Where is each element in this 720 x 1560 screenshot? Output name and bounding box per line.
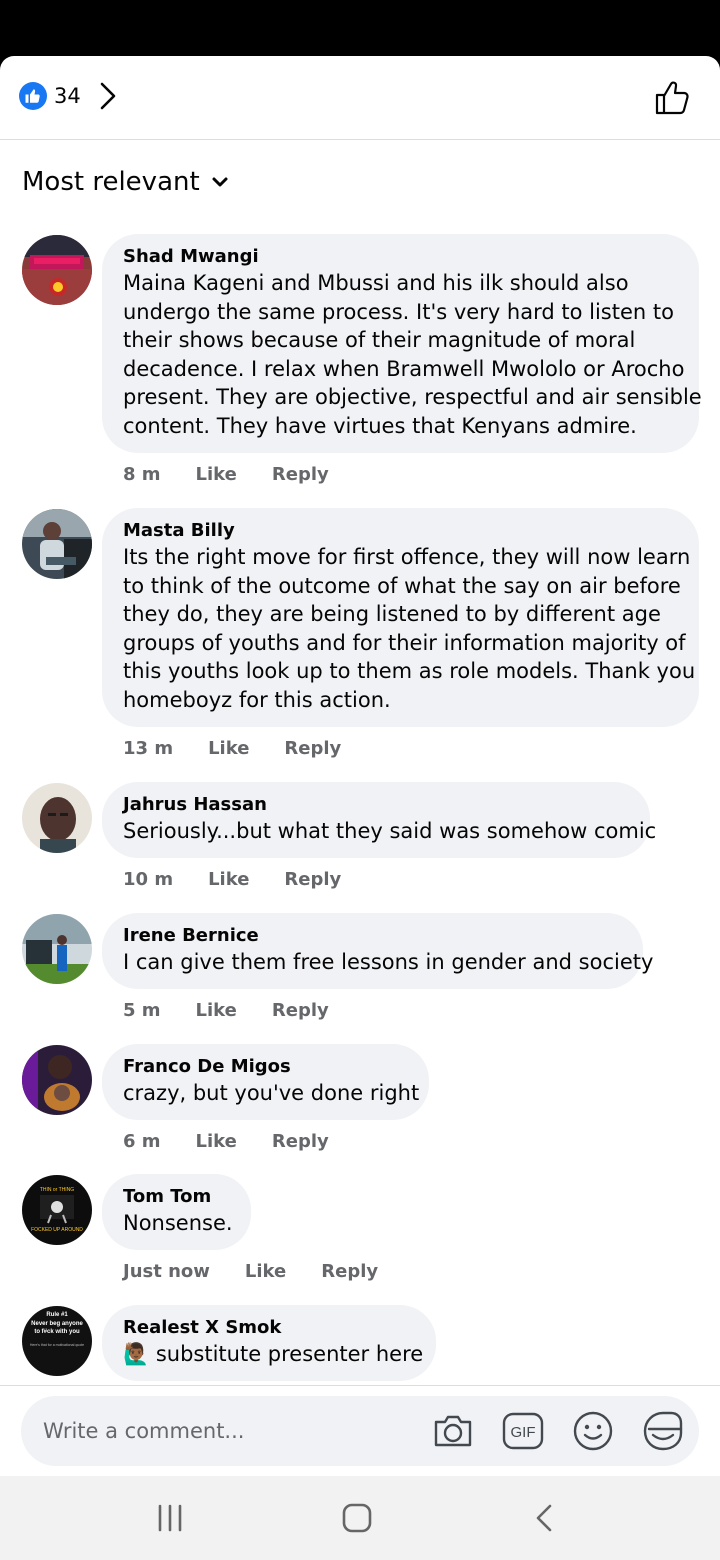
like-button[interactable]: Like <box>208 868 249 892</box>
sort-dropdown[interactable]: Most relevant <box>22 162 230 202</box>
comment-author[interactable]: Masta Billy <box>123 519 679 543</box>
avatar[interactable] <box>22 783 92 853</box>
comment-text-line: I can give them free lessons in gender a… <box>123 950 654 974</box>
comment-text-line: undergo the same process. It's very hard… <box>123 299 674 324</box>
comment-text-line: to think of the outcome of what the say … <box>123 573 681 598</box>
comment-text-line: Nonsense. <box>123 1211 233 1235</box>
like-button[interactable]: Like <box>196 463 237 487</box>
comment-text-line: homeboyz for this action. <box>123 687 391 712</box>
comment-text-line: Seriously...but what they said was someh… <box>123 819 657 843</box>
status-bar <box>0 0 720 56</box>
comment-text-line: Its the right move for first offence, th… <box>123 545 691 569</box>
reply-button[interactable]: Reply <box>272 1130 329 1154</box>
avatar-text: Rule #1 <box>46 1312 68 1318</box>
comment-composer-bar: Write a comment... GIF <box>0 1385 720 1476</box>
comment-actions: 10 m Like Reply <box>123 868 376 892</box>
comment-author[interactable]: Irene Bernice <box>123 924 623 948</box>
comment-input-placeholder: Write a comment... <box>43 1419 245 1443</box>
comment-actions: 6 m Like Reply <box>123 1130 364 1154</box>
comment-text-line: their shows because of their magnitude o… <box>123 328 636 353</box>
comment-bubble[interactable]: Masta Billy Its the right move for first… <box>102 508 699 727</box>
reply-button[interactable]: Reply <box>321 1260 378 1284</box>
comment-text-line: present. They are objective, respectful … <box>123 385 702 410</box>
like-outline-icon[interactable] <box>652 78 692 118</box>
comment-timestamp: 5 m <box>123 1000 161 1021</box>
camera-icon[interactable] <box>431 1409 475 1453</box>
like-button[interactable]: Like <box>196 999 237 1023</box>
comment-actions: 5 m Like Reply <box>123 999 364 1023</box>
comment-timestamp: 13 m <box>123 738 174 759</box>
comment-text-line: decadence. I relax when Bramwell Mwololo… <box>123 356 685 381</box>
comment-timestamp: 6 m <box>123 1131 161 1152</box>
avatar-text: Never beg anyone <box>31 1321 83 1327</box>
reactions-header[interactable]: 34 <box>0 56 720 140</box>
comment-actions: 13 m Like Reply <box>123 737 376 761</box>
avatar[interactable] <box>22 1045 92 1115</box>
home-icon[interactable] <box>341 1502 373 1534</box>
gif-label: GIF <box>511 1424 536 1441</box>
comment-text-line: Maina Kageni and Mbussi and his ilk shou… <box>123 271 629 295</box>
gif-icon[interactable]: GIF <box>501 1409 545 1453</box>
reply-button[interactable]: Reply <box>284 737 341 761</box>
comment-actions: 8 m Like Reply <box>123 463 364 487</box>
comment-bubble[interactable]: Jahrus Hassan Seriously...but what they … <box>102 782 657 858</box>
like-button[interactable]: Like <box>245 1260 286 1284</box>
comment-timestamp: 8 m <box>123 464 161 485</box>
avatar[interactable]: THIN or THING FOCKED UP AROUND <box>22 1175 92 1245</box>
reply-button[interactable]: Reply <box>284 868 341 892</box>
comment-timestamp: Just now <box>123 1261 210 1282</box>
recent-apps-icon[interactable] <box>154 1502 186 1534</box>
comment-bubble[interactable]: Shad Mwangi Maina Kageni and Mbussi and … <box>102 234 702 453</box>
reply-button[interactable]: Reply <box>272 999 329 1023</box>
comment-bubble[interactable]: Irene Bernice I can give them free lesso… <box>102 913 654 989</box>
comment-author[interactable]: Franco De Migos <box>123 1055 409 1079</box>
comment-input[interactable]: Write a comment... GIF <box>21 1396 699 1466</box>
comment-text-line: crazy, but you've done right <box>123 1081 420 1105</box>
emoji: 🙋🏾‍♂️ <box>123 1342 150 1366</box>
system-nav-bar <box>0 1476 720 1560</box>
like-button[interactable]: Like <box>208 737 249 761</box>
back-icon[interactable] <box>529 1502 561 1534</box>
avatar-text: THIN or THING <box>40 1187 74 1193</box>
comments-sheet: 34 Most relevant Shad Mwangi Maina Kagen… <box>0 56 720 1476</box>
avatar-text: to f#ck with you <box>34 1329 80 1335</box>
comment-text-line: 🙋🏾‍♂️ substitute presenter here <box>123 1340 423 1369</box>
like-reaction-icon <box>19 82 47 110</box>
comment-text-line: content. They have virtues that Kenyans … <box>123 413 637 438</box>
comment-text-line: this youths look up to them as role mode… <box>123 659 696 684</box>
comment-bubble[interactable]: Tom Tom Nonsense. <box>102 1174 251 1250</box>
reply-button[interactable]: Reply <box>272 463 329 487</box>
avatar[interactable] <box>22 914 92 984</box>
comment-bubble[interactable]: Franco De Migos crazy, but you've done r… <box>102 1044 429 1120</box>
avatar-text: Here's that for a motivational quote <box>30 1343 84 1347</box>
sticker-icon[interactable] <box>641 1409 685 1453</box>
comment-author[interactable]: Tom Tom <box>123 1185 231 1209</box>
avatar[interactable]: Rule #1 Never beg anyone to f#ck with you H… <box>22 1306 92 1376</box>
comment-actions: Just now Like Reply <box>123 1260 413 1284</box>
emoji-icon[interactable] <box>571 1409 615 1453</box>
chevron-right-icon[interactable] <box>96 80 120 112</box>
avatar-text: FOCKED UP AROUND <box>31 1227 83 1233</box>
avatar[interactable] <box>22 235 92 305</box>
chevron-down-icon <box>212 177 228 187</box>
comment-text-line: they do, they are being listened to by d… <box>123 602 661 627</box>
like-button[interactable]: Like <box>196 1130 237 1154</box>
comment-timestamp: 10 m <box>123 869 174 890</box>
avatar[interactable] <box>22 509 92 579</box>
comment-author[interactable]: Jahrus Hassan <box>123 793 630 817</box>
comment-bubble[interactable]: Realest X Smok 🙋🏾‍♂️ substitute presente… <box>102 1305 436 1381</box>
sort-label: Most relevant <box>22 167 200 197</box>
comment-text-line: groups of youths and for their informati… <box>123 630 686 655</box>
comment-author[interactable]: Realest X Smok <box>123 1316 416 1340</box>
comment-text: substitute presenter here <box>155 1342 424 1366</box>
reaction-count[interactable]: 34 <box>54 82 81 110</box>
comment-author[interactable]: Shad Mwangi <box>123 245 679 269</box>
